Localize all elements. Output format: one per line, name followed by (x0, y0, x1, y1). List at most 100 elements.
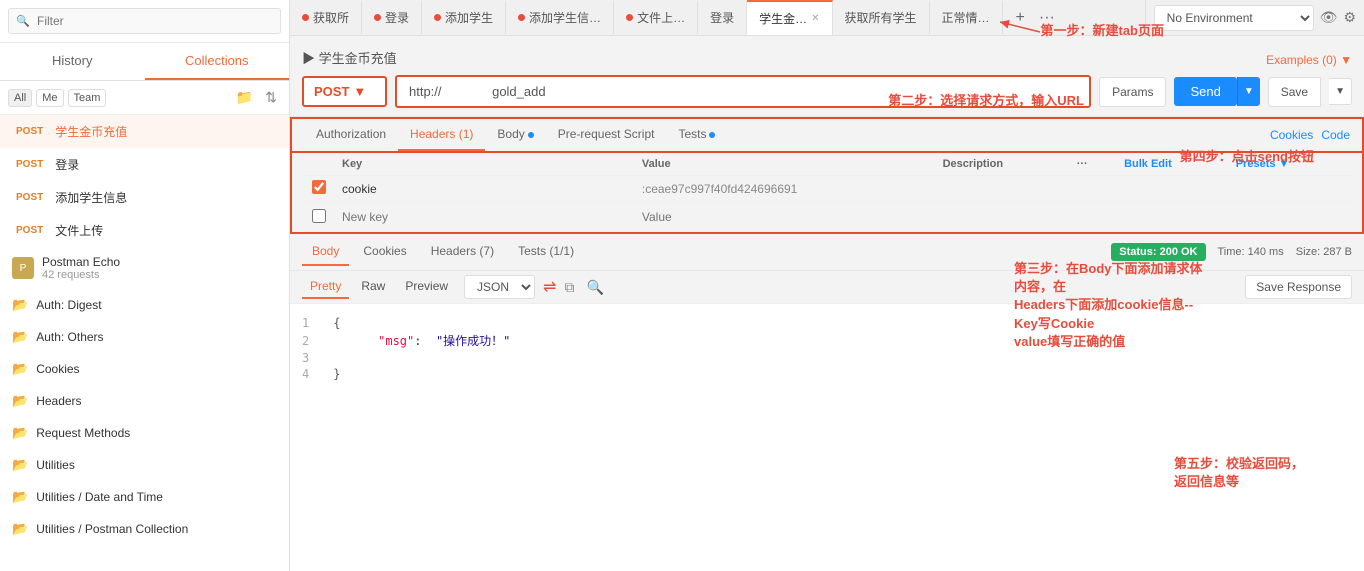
body-line-4: 4 } (302, 367, 1352, 381)
tab-dot (626, 14, 633, 21)
resp-tab-body[interactable]: Body (302, 238, 349, 266)
resp-tab-headers[interactable]: Headers (7) (421, 238, 504, 266)
tab-huoqu-all[interactable]: 获取所有学生 (833, 1, 930, 34)
echo-name: Postman Echo (42, 255, 120, 269)
request-tabs: Authorization Headers (1) Body Pre-reque… (290, 117, 1364, 153)
sort-icon[interactable]: ⇅ (261, 87, 281, 108)
header-value: :ceae97c997f40fd424696691 (634, 176, 935, 202)
collection-name: Utilities / Postman Collection (36, 522, 188, 536)
collection-cookies[interactable]: 📂 Cookies (0, 353, 289, 385)
collection-auth-others[interactable]: 📂 Auth: Others (0, 321, 289, 353)
send-button[interactable]: Send (1174, 77, 1236, 106)
send-group: Send ▼ (1174, 77, 1259, 106)
tab-zhengchang[interactable]: 正常情… (930, 1, 1003, 34)
collection-request-methods[interactable]: 📂 Request Methods (0, 417, 289, 449)
save-button[interactable]: Save (1268, 77, 1321, 107)
method-badge-post: POST (12, 158, 47, 171)
req-tab-auth[interactable]: Authorization (304, 119, 398, 151)
response-size: Size: 287 B (1296, 246, 1352, 258)
collection-utilities-date[interactable]: 📂 Utilities / Date and Time (0, 481, 289, 513)
collection-name: Request Methods (36, 426, 130, 440)
req-tab-headers[interactable]: Headers (1) (398, 119, 485, 151)
resp-tab-tests[interactable]: Tests (1/1) (508, 238, 584, 266)
format-pretty-button[interactable]: Pretty (302, 275, 349, 299)
tab-label: 登录 (710, 9, 734, 26)
tab-tianjia2[interactable]: 添加学生信… (506, 1, 614, 34)
new-header-checkbox[interactable] (312, 209, 326, 223)
item-name: 添加学生信息 (55, 189, 127, 206)
examples-link[interactable]: Examples (0) ▼ (1266, 53, 1352, 67)
eye-icon[interactable]: 👁 (1320, 9, 1338, 26)
method-label: POST (314, 84, 349, 99)
tab-collections[interactable]: Collections (145, 43, 290, 80)
collection-utilities-postman[interactable]: 📂 Utilities / Postman Collection (0, 513, 289, 545)
filter-input[interactable] (8, 8, 281, 34)
method-select[interactable]: POST ▼ (302, 76, 387, 107)
cookies-link[interactable]: Cookies (1270, 128, 1313, 142)
send-dropdown-button[interactable]: ▼ (1237, 77, 1260, 106)
tabs-bar: 获取所 登录 添加学生 添加学生信… 文件上… (290, 0, 1145, 35)
item-name: 学生金币充值 (55, 123, 127, 140)
params-button[interactable]: Params (1099, 77, 1166, 107)
folder-icon: 📂 (12, 489, 28, 505)
tab-history[interactable]: History (0, 43, 145, 80)
tab-denglu2[interactable]: 登录 (698, 1, 747, 34)
item-name: 登录 (55, 156, 79, 173)
folder-icon: 📂 (12, 297, 28, 313)
tabs-more-button[interactable]: ··· (1034, 7, 1060, 29)
resp-tab-cookies[interactable]: Cookies (353, 238, 416, 266)
tab-wenjian[interactable]: 文件上… (614, 1, 698, 34)
method-badge-post: POST (12, 191, 47, 204)
url-input[interactable] (395, 75, 1091, 108)
body-line-1: 1 { (302, 316, 1352, 330)
tab-label: 添加学生 (445, 9, 493, 26)
code-link[interactable]: Code (1321, 128, 1350, 142)
col-bulk-edit: Bulk Edit (1116, 153, 1228, 176)
header-checkbox[interactable] (312, 180, 326, 194)
new-collection-icon[interactable]: 📁 (232, 87, 257, 108)
collection-auth-digest[interactable]: 📂 Auth: Digest (0, 289, 289, 321)
body-line-2: 2 "msg": "操作成功！" (302, 332, 1352, 349)
collection-postman-echo[interactable]: P Postman Echo 42 requests (0, 247, 289, 289)
sidebar-item-file-upload[interactable]: POST 文件上传 (0, 214, 289, 247)
add-tab-button[interactable]: + (1011, 7, 1030, 29)
subnav-me[interactable]: Me (36, 89, 63, 107)
tab-close-icon[interactable]: ✕ (811, 13, 819, 24)
save-response-button[interactable]: Save Response (1245, 275, 1352, 299)
format-raw-button[interactable]: Raw (353, 275, 393, 299)
tab-xuesheng[interactable]: 学生金… ✕ (747, 0, 832, 35)
new-key-input[interactable] (342, 206, 626, 228)
format-preview-button[interactable]: Preview (397, 275, 456, 299)
env-bar: No Environment 👁 ⚙ (1145, 0, 1364, 35)
response-area: Body Cookies Headers (7) Tests (1/1) Sta… (290, 234, 1364, 571)
tests-label: Tests (678, 127, 706, 141)
collection-name: Utilities (36, 458, 75, 472)
subnav-team[interactable]: Team (68, 89, 107, 107)
collection-utilities[interactable]: 📂 Utilities (0, 449, 289, 481)
sidebar-item-gold[interactable]: POST 学生金币充值 (0, 115, 289, 148)
sidebar-item-add-student[interactable]: POST 添加学生信息 (0, 181, 289, 214)
tab-label: 获取所有学生 (845, 9, 917, 26)
environment-select[interactable]: No Environment (1154, 5, 1314, 31)
collection-name: Headers (36, 394, 81, 408)
save-dropdown-button[interactable]: ▼ (1329, 78, 1352, 105)
req-tab-body[interactable]: Body (485, 119, 545, 151)
tab-huoqu[interactable]: 获取所 (290, 1, 362, 34)
body-label: Body (497, 127, 524, 141)
tab-denglu[interactable]: 登录 (362, 1, 422, 34)
tab-tianjia[interactable]: 添加学生 (422, 1, 506, 34)
col-description: Description (935, 153, 1069, 176)
settings-icon[interactable]: ⚙ (1343, 9, 1356, 26)
req-tab-tests[interactable]: Tests (666, 119, 727, 151)
collection-headers[interactable]: 📂 Headers (0, 385, 289, 417)
format-select[interactable]: JSON (464, 275, 535, 299)
new-value-input[interactable] (642, 206, 927, 228)
copy-icon[interactable]: ⧉ (560, 277, 578, 298)
search-resp-icon[interactable]: 🔍 (582, 277, 607, 298)
subnav-all[interactable]: All (8, 89, 32, 107)
format-icon[interactable]: ⇌ (543, 277, 556, 297)
collection-name: Auth: Digest (36, 298, 101, 312)
req-tab-prerequest[interactable]: Pre-request Script (546, 119, 667, 151)
sidebar-item-login[interactable]: POST 登录 (0, 148, 289, 181)
tab-label: 正常情… (942, 9, 990, 26)
